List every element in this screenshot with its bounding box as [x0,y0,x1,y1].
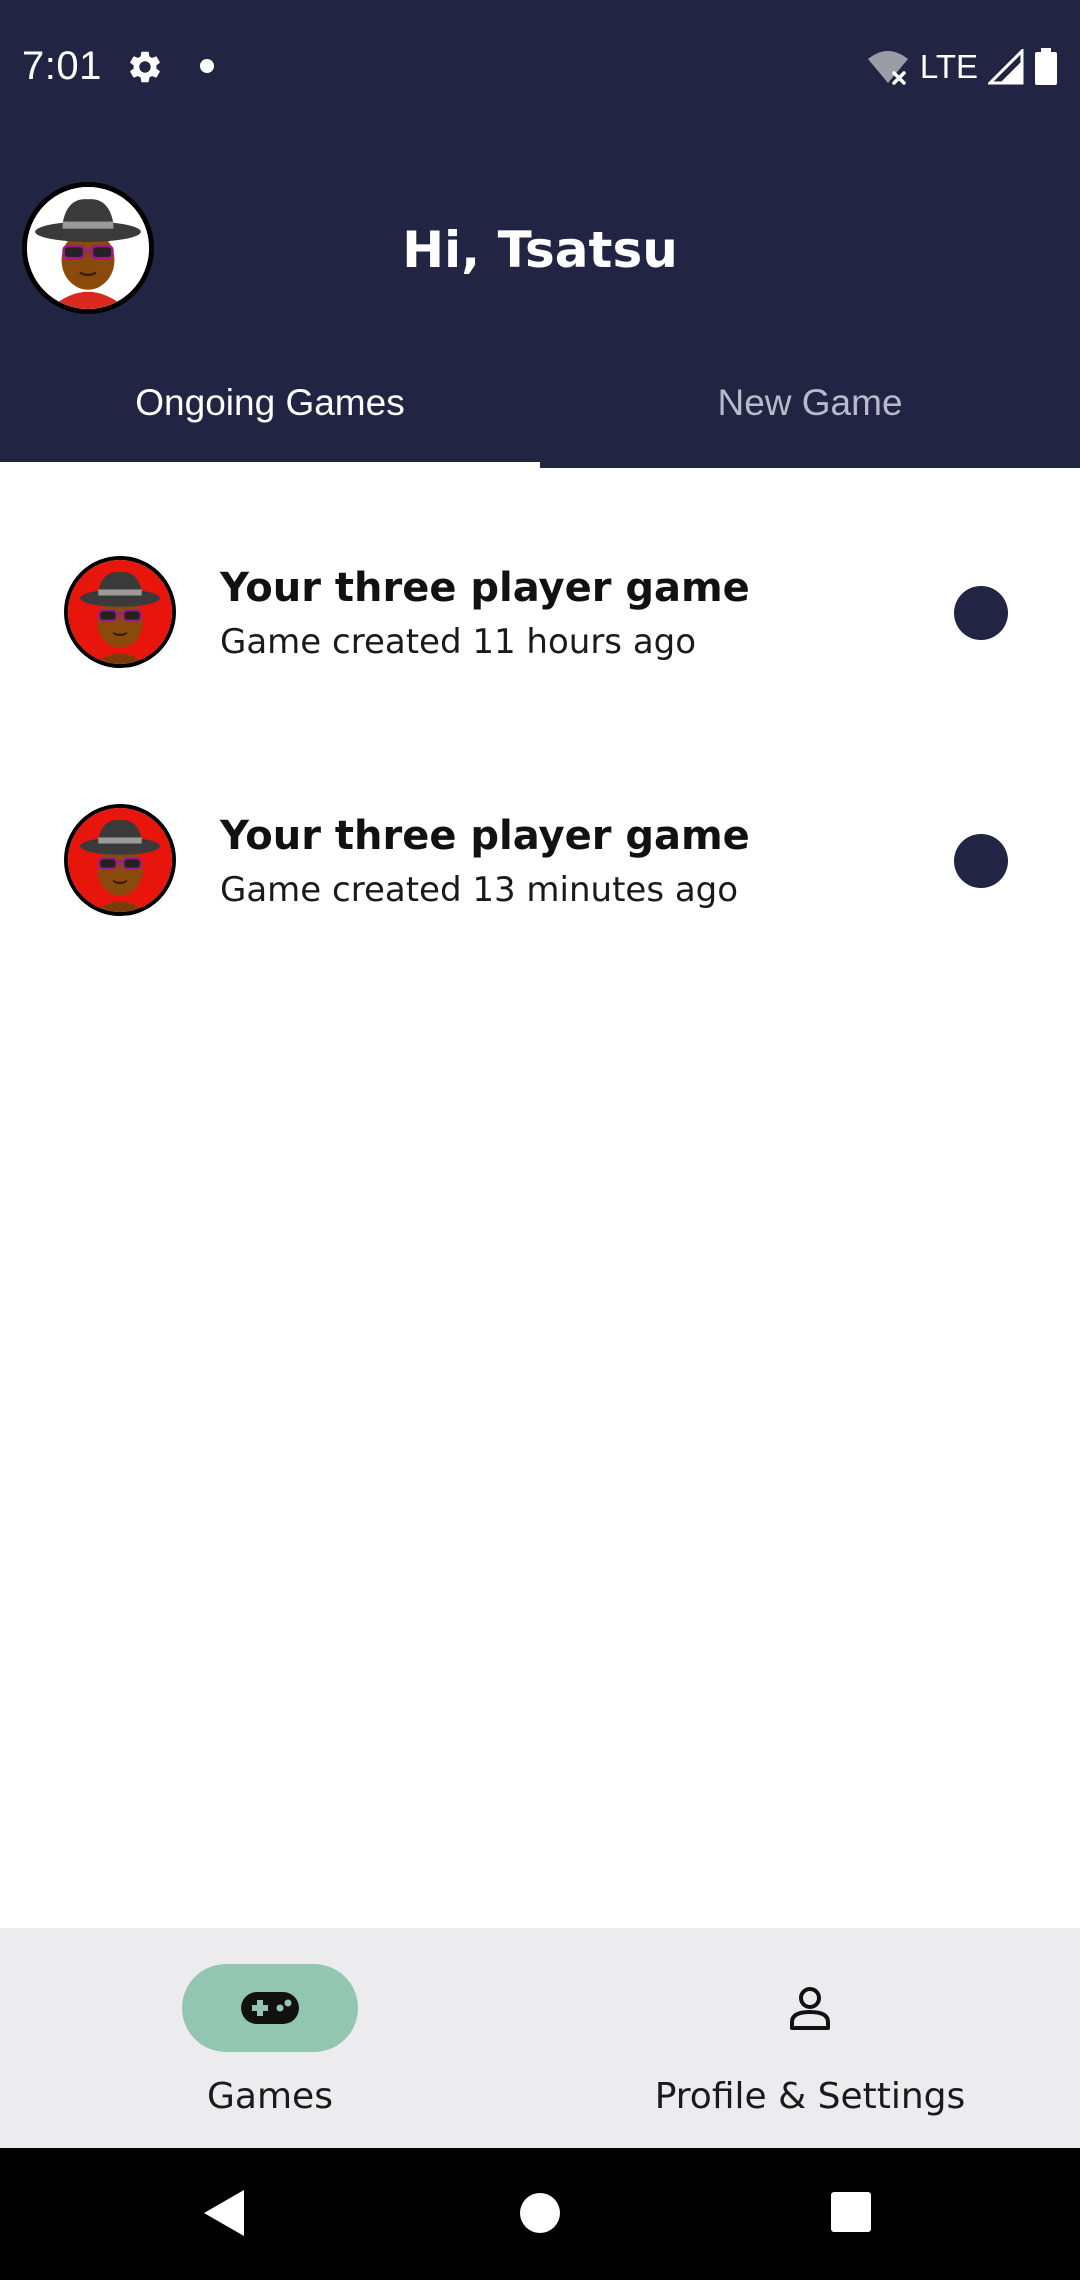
notification-dot-icon [200,59,214,73]
game-status-dot-icon [954,834,1008,888]
nav-icon-container [722,1964,898,2052]
tab-bar: Ongoing Games New Game [0,360,1080,468]
tab-ongoing-games[interactable]: Ongoing Games [0,360,540,468]
tab-new-game[interactable]: New Game [540,360,1080,468]
network-type: LTE [919,48,978,85]
avatar-face-icon [68,560,172,664]
game-title: Your three player game [220,813,750,859]
back-icon[interactable] [202,2188,246,2238]
avatar-face-icon [68,808,172,912]
game-status-dot-icon [954,586,1008,640]
battery-icon [1035,48,1057,85]
game-title: Your three player game [220,565,750,611]
nav-label-games: Games [207,2076,333,2117]
app-header: 7:01 LTE Hi, Tsatsu Ongoing Games New Ga… [0,0,1080,468]
list-item[interactable]: Your three player game Game created 11 h… [0,468,1080,716]
game-created-time: Game created 13 minutes ago [220,870,739,910]
gamepad-icon [241,1992,299,2024]
settings-gear-icon [130,51,160,83]
person-icon [790,1987,830,2030]
nav-item-games[interactable]: Games [0,1928,540,2148]
bottom-navigation: Games Profile & Settings [0,1928,1080,2148]
wifi-off-icon [867,51,908,85]
recents-icon[interactable] [829,2188,873,2238]
greeting-title: Hi, Tsatsu [402,221,678,279]
status-time: 7:01 [22,44,102,88]
ongoing-games-list: Your three player game Game created 11 h… [0,468,1080,964]
game-avatar [64,556,176,668]
game-avatar [64,804,176,916]
game-created-time: Game created 11 hours ago [220,622,697,662]
nav-label-profile-settings: Profile & Settings [654,2076,966,2117]
list-item[interactable]: Your three player game Game created 13 m… [0,716,1080,964]
signal-icon [988,49,1024,85]
status-indicators: LTE [866,45,1058,89]
system-navigation-bar [0,2148,1080,2280]
home-icon[interactable] [519,2188,561,2238]
nav-item-profile-settings[interactable]: Profile & Settings [540,1928,1080,2148]
status-bar: 7:01 LTE [0,0,1080,135]
nav-active-indicator [182,1964,358,2052]
